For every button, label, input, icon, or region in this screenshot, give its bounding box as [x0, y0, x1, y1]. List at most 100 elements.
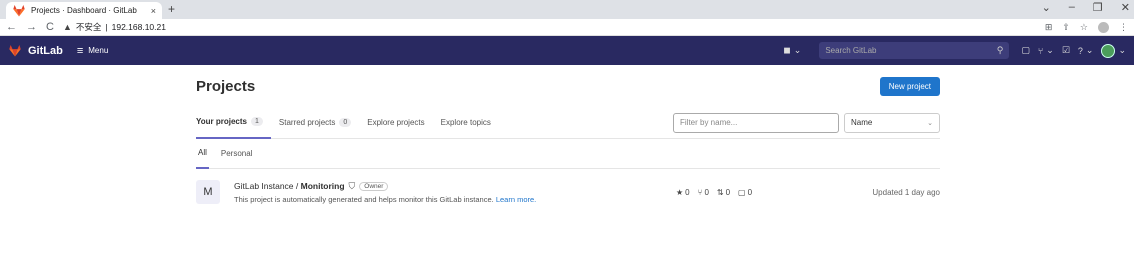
tab-starred-projects[interactable]: Starred projects 0 [279, 107, 359, 139]
page-title: Projects [196, 77, 256, 95]
gitlab-favicon-icon [13, 4, 25, 16]
merge-request-icon: ⑂ [1037, 45, 1044, 56]
brand-name: GitLab [28, 44, 63, 57]
header-right: ◼ ⌄ Search GitLab ⚲ ▢ ⑂ ⌄ ☑ ? ⌄ ⌄ [783, 42, 1126, 59]
stars-stat[interactable]: ★ 0 [676, 188, 690, 197]
tab-your-projects[interactable]: Your projects 1 [196, 107, 271, 139]
share-icon[interactable]: ⇧ [1062, 22, 1070, 33]
project-description: This project is automatically generated … [234, 195, 674, 204]
project-name: Monitoring [300, 181, 345, 191]
chevron-down-icon: ⌄ [793, 45, 802, 55]
user-menu[interactable]: ⌄ [1101, 43, 1126, 58]
project-row[interactable]: M GitLab Instance / Monitoring ⛉ Owner T… [196, 169, 940, 215]
reload-icon[interactable]: C [46, 21, 54, 33]
url-separator: | [105, 22, 108, 32]
more-menu-icon[interactable]: ⋮ [1119, 22, 1128, 33]
help-dropdown[interactable]: ? ⌄ [1078, 45, 1094, 56]
menu-button[interactable]: ≡ Menu [77, 45, 108, 57]
star-icon: ★ [676, 187, 684, 197]
close-tab-icon[interactable]: × [151, 6, 156, 16]
project-info: GitLab Instance / Monitoring ⛉ Owner Thi… [234, 181, 674, 204]
chevron-down-icon: ⌄ [1046, 45, 1054, 55]
forks-stat[interactable]: ⑂ 0 [698, 188, 709, 197]
browser-toolbar-right: ⊞ ⇧ ☆ ⋮ [1045, 21, 1128, 33]
tab-label: Explore topics [440, 118, 491, 127]
updated-time: Updated 1 day ago [872, 187, 940, 197]
browser-tab-title: Projects · Dashboard · GitLab [31, 6, 137, 15]
forward-icon[interactable]: → [26, 21, 37, 33]
back-icon[interactable]: ← [6, 21, 17, 33]
subtab-personal[interactable]: Personal [221, 139, 253, 169]
merge-request-icon: ⇅ [716, 187, 724, 197]
stars-count: 0 [685, 187, 690, 197]
description-text: This project is automatically generated … [234, 194, 494, 204]
gitlab-tanuki-icon [9, 44, 21, 56]
filter-placeholder: Filter by name... [680, 118, 738, 127]
project-title-link[interactable]: GitLab Instance / Monitoring [234, 181, 345, 191]
security-label: 不安全 [75, 22, 102, 32]
bookmark-star-icon[interactable]: ☆ [1080, 22, 1088, 33]
issues-icon[interactable]: ▢ [1021, 45, 1030, 56]
issues-count: 0 [747, 187, 753, 197]
search-icon: ⚲ [996, 45, 1004, 55]
browser-tab-strip: Projects · Dashboard · GitLab × + ⌄ – ❐ … [0, 0, 1134, 19]
help-icon: ? [1077, 45, 1083, 56]
learn-more-link[interactable]: Learn more. [496, 195, 536, 204]
browser-tab[interactable]: Projects · Dashboard · GitLab × [6, 2, 162, 19]
filter-by-name-input[interactable]: Filter by name... [673, 112, 839, 133]
close-window-button[interactable]: ✕ [1121, 1, 1130, 14]
tab-explore-topics[interactable]: Explore topics [441, 107, 499, 139]
merge-requests-dropdown[interactable]: ⑂ ⌄ [1038, 45, 1054, 56]
main-content: Projects New project Your projects 1 Sta… [196, 66, 940, 215]
address-bar: ← → C ▲ 不安全 | 192.168.10.21 ⊞ ⇧ ☆ ⋮ [0, 19, 1134, 36]
forks-count: 0 [704, 187, 709, 197]
title-row: Projects New project [196, 66, 940, 106]
count-badge: 0 [339, 118, 352, 127]
tab-explore-projects[interactable]: Explore projects [367, 107, 432, 139]
visibility-shield-icon: ⛉ [348, 180, 356, 191]
project-namespace: GitLab Instance / [234, 181, 301, 191]
filter-controls: Filter by name... Name ⌄ [673, 112, 940, 133]
translate-icon[interactable]: ⊞ [1045, 22, 1053, 33]
search-placeholder: Search GitLab [825, 46, 877, 55]
menu-label: Menu [88, 46, 109, 55]
sort-select[interactable]: Name ⌄ [844, 112, 940, 133]
project-avatar[interactable]: M [196, 180, 220, 204]
url-text: 192.168.10.21 [111, 22, 166, 32]
issues-stat[interactable]: ▢ 0 [738, 188, 752, 197]
tab-label: Starred projects [278, 118, 336, 127]
gitlab-header: GitLab ≡ Menu ◼ ⌄ Search GitLab ⚲ ▢ ⑂ ⌄ … [0, 36, 1134, 65]
project-name-line: GitLab Instance / Monitoring ⛉ Owner [234, 181, 674, 192]
restore-button[interactable]: ❐ [1093, 1, 1103, 14]
todos-icon[interactable]: ☑ [1062, 45, 1070, 56]
window-controls: ⌄ – ❐ ✕ [1042, 1, 1130, 14]
search-input[interactable]: Search GitLab ⚲ [819, 42, 1010, 59]
create-new-dropdown[interactable]: ◼ ⌄ [783, 45, 801, 56]
warning-icon: ▲ [62, 22, 72, 32]
plus-square-icon: ◼ [783, 45, 791, 55]
new-tab-button[interactable]: + [168, 2, 175, 17]
project-tabs: Your projects 1 Starred projects 0 Explo… [196, 107, 940, 139]
user-avatar [1101, 43, 1116, 58]
project-stats: ★ 0 ⑂ 0 ⇅ 0 ▢ 0 [676, 188, 752, 197]
tab-search-chevron-icon[interactable]: ⌄ [1042, 1, 1051, 14]
tab-label: Your projects [196, 117, 247, 126]
fork-icon: ⑂ [697, 187, 703, 197]
minimize-button[interactable]: – [1069, 1, 1075, 14]
chevron-down-icon: ⌄ [1085, 45, 1094, 55]
merge-requests-stat[interactable]: ⇅ 0 [717, 188, 730, 197]
chevron-down-icon: ⌄ [927, 119, 933, 127]
profile-avatar-icon[interactable] [1098, 21, 1109, 33]
url-field[interactable]: ▲ 不安全 | 192.168.10.21 [63, 21, 166, 33]
count-badge: 1 [250, 117, 263, 126]
project-subtabs: All Personal [196, 139, 940, 169]
gitlab-logo[interactable]: GitLab [8, 44, 63, 57]
new-project-button[interactable]: New project [879, 76, 940, 96]
chevron-down-icon: ⌄ [1118, 45, 1126, 55]
merge-requests-count: 0 [725, 187, 731, 197]
subtab-all[interactable]: All [196, 139, 209, 169]
sort-value: Name [851, 118, 873, 127]
tab-label: Explore projects [367, 118, 425, 127]
issues-icon: ▢ [738, 187, 746, 197]
hamburger-icon: ≡ [76, 44, 84, 57]
